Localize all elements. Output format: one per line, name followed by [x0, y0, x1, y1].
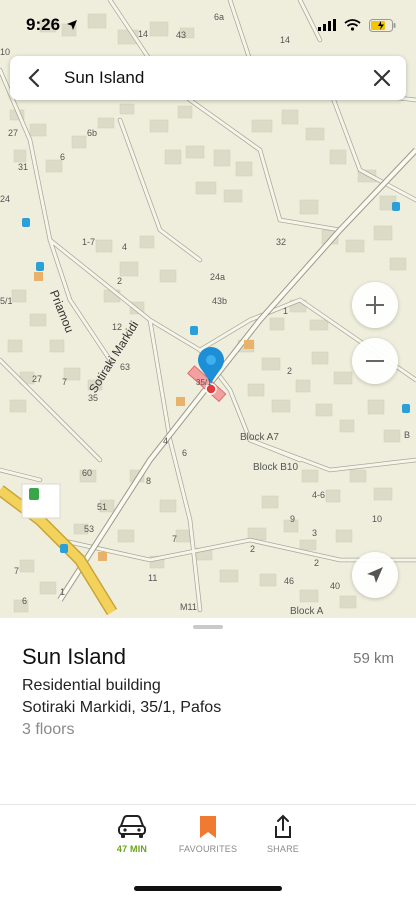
map-label: 2	[117, 276, 123, 286]
route-button[interactable]: 47 MIN	[92, 814, 172, 854]
map-label: Block A7	[240, 432, 279, 443]
map-label: 2	[287, 366, 293, 376]
place-category: Residential building	[22, 677, 161, 694]
divider	[0, 804, 416, 805]
search-input[interactable]: Sun Island	[64, 68, 370, 88]
map-label: 63	[120, 362, 131, 372]
map-label: Block A	[290, 606, 324, 617]
wifi-icon	[344, 19, 361, 31]
map-label: 4-6	[312, 490, 326, 500]
search-bar[interactable]: Sun Island	[10, 56, 406, 100]
map-label: 4	[122, 242, 128, 252]
map-label: 4	[163, 436, 169, 446]
minus-icon	[366, 360, 384, 362]
route-time-label: 47 MIN	[116, 844, 148, 854]
map-label: Block B10	[253, 462, 299, 473]
place-floors: 3 floors	[22, 721, 75, 738]
map-label: 31	[18, 162, 29, 172]
map-label: 7	[62, 377, 68, 387]
map-label: 10	[372, 514, 383, 524]
map-label: M11	[180, 602, 197, 612]
place-card[interactable]: Sun Island 59 km Residential building So…	[0, 618, 416, 900]
map-label: 5/1	[0, 296, 13, 306]
map-label: 27	[8, 128, 19, 138]
street-label: Priamou	[47, 288, 77, 335]
map-label: B	[404, 430, 411, 440]
map-label: 1-7	[82, 237, 96, 247]
map-label: 2	[250, 544, 256, 554]
chevron-left-icon	[28, 68, 40, 88]
map-label: 27	[32, 374, 43, 384]
bookmark-icon	[200, 816, 216, 838]
map-label: 8	[146, 476, 152, 486]
action-bar: 47 MIN FAVOURITES SHARE	[0, 814, 416, 870]
map-label: 24a	[210, 272, 226, 282]
share-icon	[275, 814, 291, 838]
place-distance: 59 km	[353, 650, 394, 667]
map-label: 35	[88, 393, 99, 403]
map-label: 1	[283, 306, 289, 316]
map-label: 11	[148, 573, 158, 583]
map-label: 6b	[87, 128, 98, 138]
map-label: 6	[60, 152, 66, 162]
place-title: Sun Island	[22, 644, 126, 669]
map-label: 1	[60, 587, 66, 597]
map-label: 46	[284, 576, 295, 586]
map-label: 60	[82, 468, 93, 478]
car-icon	[118, 815, 146, 838]
map-label: 2	[314, 558, 320, 568]
share-label: SHARE	[266, 844, 299, 854]
zoom-out-button[interactable]	[352, 338, 398, 384]
map-label: 7	[172, 534, 178, 544]
zoom-in-button[interactable]	[352, 282, 398, 328]
map-label: 53	[84, 524, 95, 534]
share-button[interactable]: SHARE	[243, 814, 323, 854]
my-location-button[interactable]	[352, 552, 398, 598]
map-label: 6	[22, 596, 28, 606]
map-label: 9	[290, 514, 296, 524]
home-indicator	[134, 886, 282, 891]
map-label: 7	[14, 566, 20, 576]
sheet-drag-handle[interactable]	[193, 625, 223, 629]
map-label: 3	[312, 528, 318, 538]
status-indicators	[318, 18, 396, 32]
map-label: 40	[330, 581, 341, 591]
map-label: 43b	[212, 296, 228, 306]
map-label: 12	[112, 322, 123, 332]
clear-search-button[interactable]	[370, 66, 394, 90]
map-label: 51	[97, 502, 108, 512]
status-time: 9:26	[26, 15, 78, 35]
close-icon	[373, 69, 391, 87]
battery-icon	[369, 18, 396, 32]
navigation-arrow-icon	[367, 567, 383, 583]
location-arrow-icon	[67, 20, 78, 30]
map-label: 24	[0, 194, 11, 204]
favourites-label: FAVOURITES	[178, 844, 238, 854]
place-address: Sotiraki Markidi, 35/1, Pafos	[22, 699, 222, 716]
cellular-signal-icon	[318, 19, 336, 31]
favourites-button[interactable]: FAVOURITES	[168, 814, 248, 854]
map-label: 6	[182, 448, 188, 458]
time-text: 9:26	[26, 15, 61, 34]
map-label: 32	[276, 237, 287, 247]
plus-icon	[366, 296, 384, 314]
map-label: 35/1	[196, 378, 212, 387]
status-bar: 9:26	[0, 0, 416, 50]
back-button[interactable]	[22, 66, 46, 90]
